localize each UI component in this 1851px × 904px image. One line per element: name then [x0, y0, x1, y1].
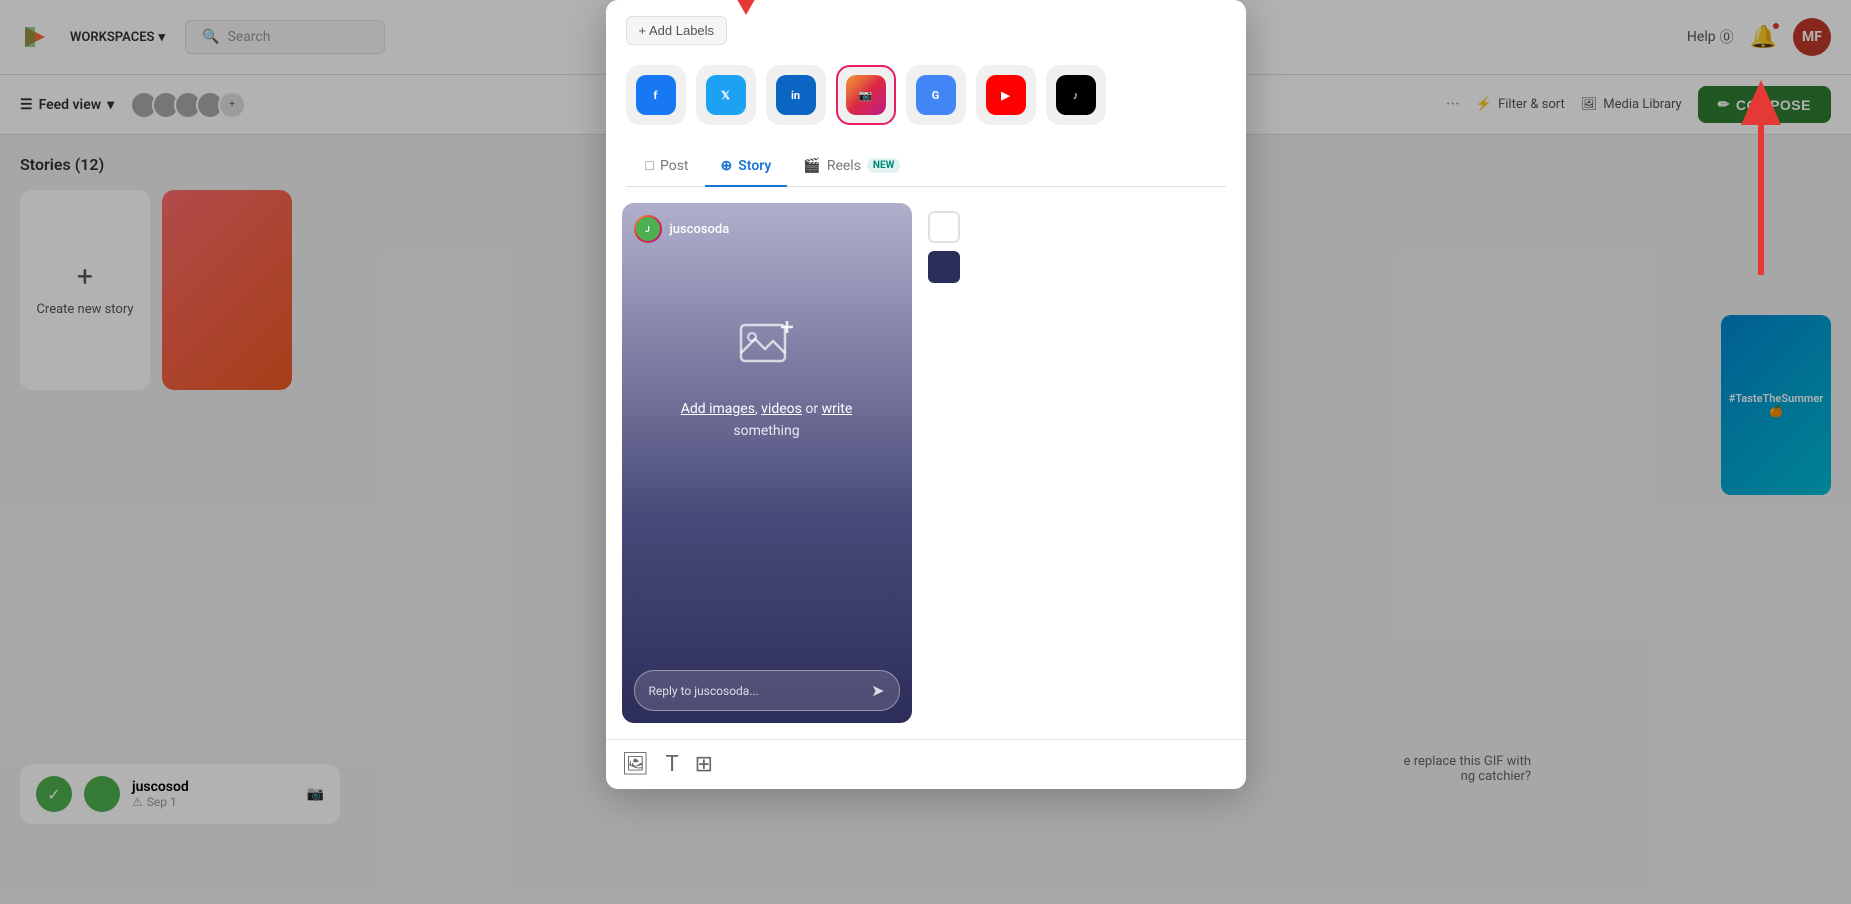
compose-modal: + Add Labels f 𝕏 in 📷 G ▶ ♪ — [606, 0, 1246, 789]
send-icon[interactable]: ➤ — [871, 681, 884, 700]
tab-story[interactable]: ⊕ Story — [705, 146, 788, 186]
platform-facebook[interactable]: f — [626, 65, 686, 125]
platform-icons-row: f 𝕏 in 📷 G ▶ ♪ — [626, 57, 1226, 133]
add-text-toolbar-icon[interactable]: T — [665, 752, 678, 777]
write-link[interactable]: write — [822, 401, 853, 417]
reels-tab-icon: 🎬 — [803, 158, 820, 174]
instagram-logo: 📷 — [846, 75, 886, 115]
platform-instagram[interactable]: 📷 — [836, 65, 896, 125]
story-account-avatar: J — [634, 215, 662, 243]
add-labels-button[interactable]: + Add Labels — [626, 16, 728, 45]
tab-post[interactable]: □ Post — [630, 145, 705, 186]
twitter-logo: 𝕏 — [706, 75, 746, 115]
add-gallery-toolbar-icon[interactable]: ⊞ — [695, 752, 713, 777]
add-media-text: Add images, videos or write something — [681, 398, 853, 443]
content-type-tabs: □ Post ⊕ Story 🎬 Reels NEW — [626, 145, 1226, 187]
modal-top-row: + Add Labels — [626, 16, 1226, 45]
platform-linkedin[interactable]: in — [766, 65, 826, 125]
avatar-inner: J — [636, 217, 660, 241]
modal-header: + Add Labels f 𝕏 in 📷 G ▶ ♪ — [606, 0, 1246, 187]
add-image-toolbar-icon[interactable]: 🖼 — [622, 752, 650, 777]
videos-link[interactable]: videos — [761, 401, 802, 417]
add-media-icon — [737, 315, 797, 382]
linkedin-logo: in — [776, 75, 816, 115]
story-username: juscosoda — [670, 222, 730, 237]
facebook-logo: f — [636, 75, 676, 115]
story-center-content: Add images, videos or write something — [622, 255, 912, 463]
platform-tiktok[interactable]: ♪ — [1046, 65, 1106, 125]
reels-tab-label: Reels — [827, 158, 861, 174]
color-swatch-dark[interactable] — [928, 251, 960, 283]
add-images-link[interactable]: Add images — [681, 401, 755, 417]
platform-twitter[interactable]: 𝕏 — [696, 65, 756, 125]
or-text: or — [805, 401, 818, 417]
story-preview-header: J juscosoda — [622, 203, 912, 255]
story-tab-label: Story — [738, 158, 771, 174]
post-tab-icon: □ — [646, 157, 654, 174]
new-badge: NEW — [867, 158, 900, 173]
something-text: something — [733, 423, 799, 439]
color-swatches — [928, 203, 960, 723]
story-reply-bar[interactable]: Reply to juscosoda... ➤ — [634, 670, 900, 711]
tab-reels[interactable]: 🎬 Reels NEW — [787, 146, 916, 186]
google-logo: G — [916, 75, 956, 115]
story-tab-icon: ⊕ — [721, 158, 733, 174]
platform-google[interactable]: G — [906, 65, 966, 125]
reply-placeholder: Reply to juscosoda... — [649, 684, 759, 698]
modal-toolbar: 🖼 T ⊞ — [606, 739, 1246, 789]
post-tab-label: Post — [660, 158, 689, 174]
modal-body: J juscosoda Add images, videos — [606, 187, 1246, 739]
story-preview: J juscosoda Add images, videos — [622, 203, 912, 723]
add-labels-label: + Add Labels — [639, 23, 715, 38]
platform-youtube[interactable]: ▶ — [976, 65, 1036, 125]
youtube-logo: ▶ — [986, 75, 1026, 115]
color-swatch-white[interactable] — [928, 211, 960, 243]
tiktok-logo: ♪ — [1056, 75, 1096, 115]
